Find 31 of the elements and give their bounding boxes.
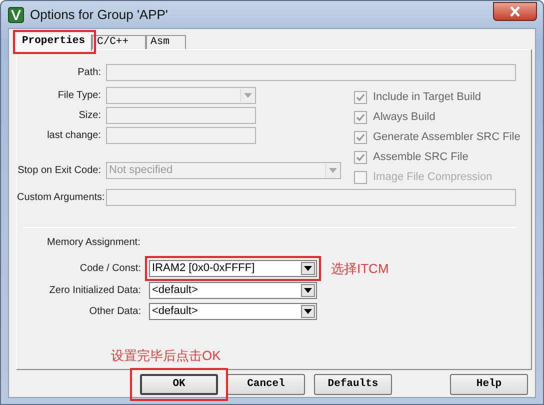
field-label: Size: xyxy=(78,110,101,122)
app-icon xyxy=(8,6,24,22)
tab[interactable]: Properties xyxy=(17,34,92,51)
field-label: File Type: xyxy=(58,90,101,102)
window-title: Options for Group 'APP' xyxy=(30,6,168,24)
annotation-text: 设置完毕后点击OK xyxy=(111,347,221,365)
field-label: Path: xyxy=(78,67,101,78)
field-label: Code / Const: xyxy=(80,263,141,274)
dialog-button[interactable]: Defaults xyxy=(314,374,392,395)
dialog-button[interactable]: OK xyxy=(140,374,218,395)
dialog-button[interactable]: Cancel xyxy=(227,374,305,395)
tab[interactable]: Asm xyxy=(146,35,186,49)
close-icon xyxy=(509,6,521,17)
field-label: Other Data: xyxy=(89,306,141,318)
field-label: last change: xyxy=(47,130,101,142)
field-label: Stop on Exit Code: xyxy=(18,165,101,176)
tab[interactable]: C/C++ xyxy=(92,35,146,49)
dialog-button[interactable]: Help xyxy=(450,374,528,395)
dropdown-field[interactable]: <default> xyxy=(149,282,317,299)
checkbox-label: Always Build xyxy=(373,110,436,125)
checkbox-label: Generate Assembler SRC File xyxy=(373,130,520,145)
field-label: Zero Initialized Data: xyxy=(49,285,141,296)
annotation-text: 选择ITCM xyxy=(331,260,389,278)
section-label: Memory Assignment: xyxy=(47,237,140,248)
checkbox-label: Include in Target Build xyxy=(373,90,482,105)
dropdown-field[interactable]: <default> xyxy=(149,303,317,320)
close-button[interactable] xyxy=(493,2,537,21)
field-label: Custom Arguments: xyxy=(17,192,105,204)
dropdown-field[interactable]: IRAM2 [0x0-0xFFFF] xyxy=(149,260,317,277)
checkbox-label: Assemble SRC File xyxy=(373,150,468,165)
checkbox-label: Image File Compression xyxy=(373,170,492,185)
